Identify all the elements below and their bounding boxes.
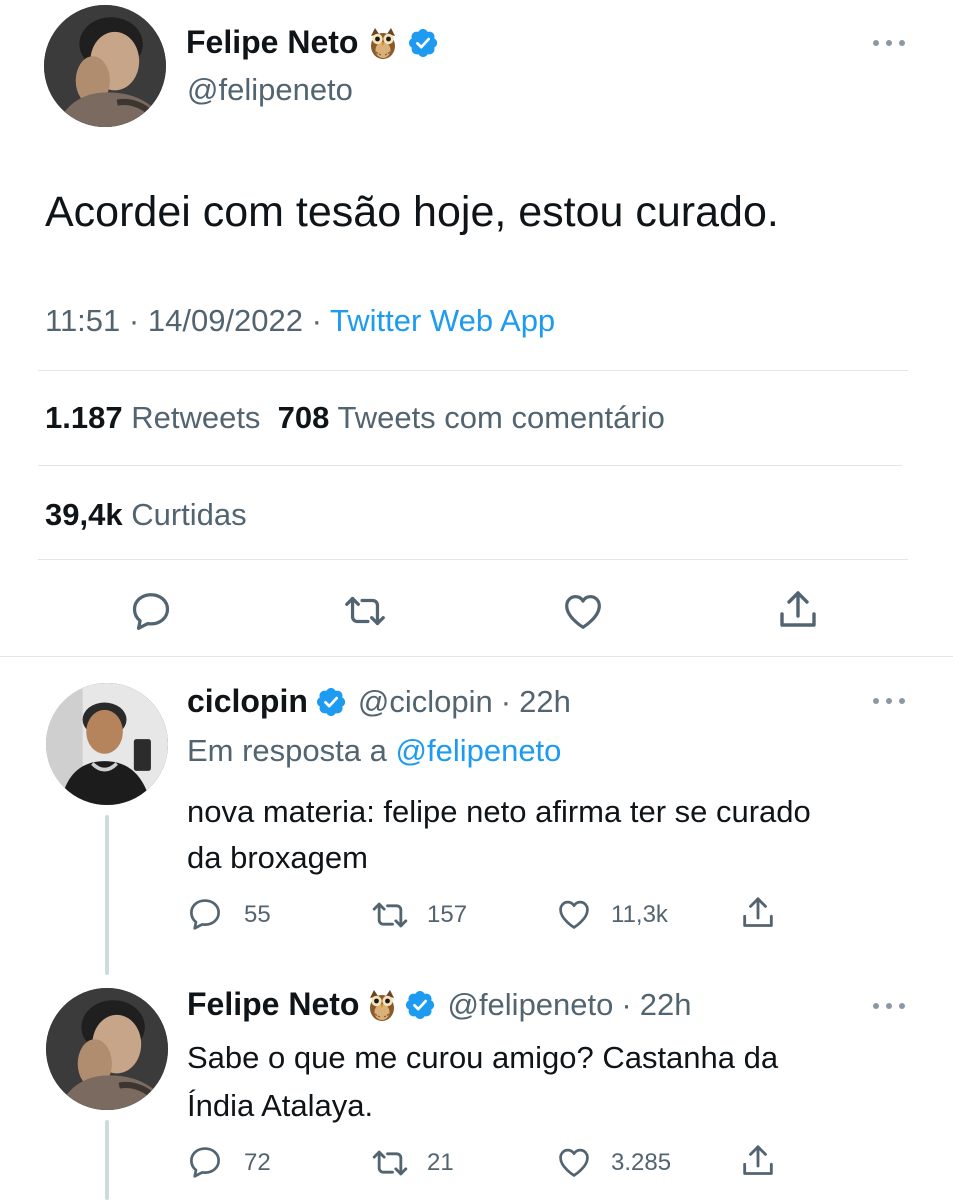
reply-icon[interactable] [128, 588, 174, 634]
more-icon[interactable] [873, 1001, 905, 1011]
verified-badge-icon [405, 990, 435, 1020]
like-count: 3.285 [611, 1149, 672, 1176]
thread-line [105, 815, 109, 975]
owl-emoji-icon [368, 25, 398, 61]
tweet-meta: 11:51 · 14/09/2022 · Twitter Web App [45, 303, 555, 339]
in-reply-to: Em resposta a @felipeneto [187, 733, 561, 769]
engagement-row: 1.187 Retweets 708 Tweets com comentário [45, 400, 665, 436]
reply-text-line: da broxagem [187, 840, 368, 875]
tweet-time[interactable]: 11:51 [45, 303, 120, 338]
likes-count: 39,4k [45, 497, 123, 532]
meta-separator: · [311, 303, 322, 338]
reply-text-line: nova materia: felipe neto afirma ter se … [187, 794, 811, 829]
retweet-count: 157 [427, 901, 468, 928]
retweet-icon[interactable] [370, 1143, 410, 1183]
reply-icon[interactable] [186, 895, 224, 933]
tweet-text: Acordei com tesão hoje, estou curado. [45, 188, 779, 236]
verified-badge-icon [316, 687, 346, 717]
likes-label: Curtidas [131, 497, 247, 532]
share-icon[interactable] [738, 1141, 778, 1181]
thread-line [105, 1120, 109, 1200]
tweet-source[interactable]: Twitter Web App [330, 303, 555, 338]
in-reply-handle[interactable]: @felipeneto [396, 733, 562, 768]
reply-count: 55 [244, 901, 271, 928]
retweet-icon[interactable] [342, 588, 388, 634]
author-avatar[interactable] [44, 5, 166, 127]
reply-author-name[interactable]: Felipe Neto [187, 986, 359, 1023]
retweets-stat[interactable]: 1.187 Retweets [45, 400, 260, 435]
owl-emoji-icon [367, 987, 397, 1023]
quotes-label: Tweets com comentário [337, 400, 665, 435]
likes-stat[interactable]: 39,4k Curtidas [45, 497, 247, 533]
divider [38, 559, 908, 560]
reply-text-line: Sabe o que me curou amigo? Castanha da [187, 1040, 779, 1075]
tweet-date[interactable]: 14/09/2022 [148, 303, 303, 338]
reply-time[interactable]: 22h [640, 987, 692, 1023]
reply-avatar[interactable] [46, 683, 168, 805]
divider [0, 656, 953, 657]
reply-avatar[interactable] [46, 988, 168, 1110]
meta-separator: · [500, 683, 512, 719]
like-icon[interactable] [555, 895, 593, 933]
author-name[interactable]: Felipe Neto [186, 24, 358, 61]
more-icon[interactable] [873, 38, 905, 48]
retweet-icon[interactable] [370, 895, 410, 935]
reply-text: nova materia: felipe neto afirma ter se … [187, 789, 811, 881]
in-reply-prefix: Em resposta a [187, 733, 387, 768]
author-handle[interactable]: @felipeneto [187, 72, 353, 108]
like-icon[interactable] [560, 588, 606, 634]
meta-separator: · [621, 986, 632, 1022]
more-icon[interactable] [873, 696, 905, 706]
reply-count: 72 [244, 1149, 271, 1176]
share-icon[interactable] [774, 586, 822, 634]
reply-author-handle[interactable]: @ciclopin [358, 684, 493, 720]
retweet-count: 21 [427, 1149, 454, 1176]
divider [38, 370, 908, 371]
retweets-label: Retweets [131, 400, 261, 435]
meta-separator: · [128, 303, 140, 338]
reply-text: Sabe o que me curou amigo? Castanha da Í… [187, 1034, 778, 1130]
quotes-stat[interactable]: 708 Tweets com comentário [278, 400, 665, 435]
share-icon[interactable] [738, 893, 778, 933]
verified-badge-icon [408, 28, 438, 58]
divider [38, 465, 902, 466]
reply-author-handle[interactable]: @felipeneto [447, 987, 613, 1023]
quotes-count: 708 [277, 400, 330, 435]
retweets-count: 1.187 [45, 400, 123, 435]
like-icon[interactable] [555, 1143, 593, 1181]
reply-text-line: Índia Atalaya. [187, 1088, 374, 1123]
reply-time[interactable]: 22h [519, 684, 571, 720]
like-count: 11,3k [611, 901, 668, 928]
reply-author-name[interactable]: ciclopin [187, 683, 308, 720]
reply-icon[interactable] [186, 1143, 224, 1181]
